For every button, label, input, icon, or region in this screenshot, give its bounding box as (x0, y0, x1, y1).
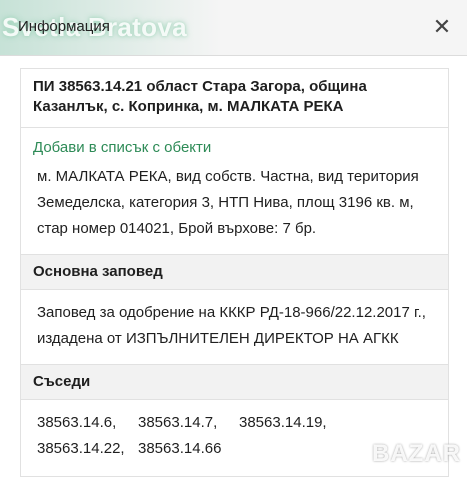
order-section-heading: Основна заповед (21, 254, 448, 290)
parcel-title: ПИ 38563.14.21 област Стара Загора, общи… (21, 69, 448, 128)
bazar-logo: BAZAR (372, 440, 461, 467)
neighbor-item[interactable]: 38563.14.6, (37, 410, 138, 436)
dialog-header: Svetla Bratova Информация ✕ (0, 0, 467, 56)
neighbors-section-heading: Съседи (21, 364, 448, 400)
close-icon: ✕ (432, 14, 452, 39)
add-to-list-link[interactable]: Добави в списък с обекти (21, 128, 448, 158)
order-text: Заповед за одобрение на КККР РД-18-966/2… (37, 304, 426, 347)
parcel-description: м. МАЛКАТА РЕКА, вид собств. Частна, вид… (37, 168, 419, 237)
info-panel: ПИ 38563.14.21 област Стара Загора, общи… (20, 68, 449, 477)
dialog-title: Информация (18, 18, 110, 35)
neighbor-item[interactable]: 38563.14.19, (239, 410, 340, 436)
neighbor-item[interactable]: 38563.14.7, (138, 410, 239, 436)
neighbor-item[interactable]: 38563.14.22, (37, 436, 138, 462)
neighbor-item[interactable]: 38563.14.66 (138, 436, 239, 462)
close-button[interactable]: ✕ (429, 14, 455, 40)
